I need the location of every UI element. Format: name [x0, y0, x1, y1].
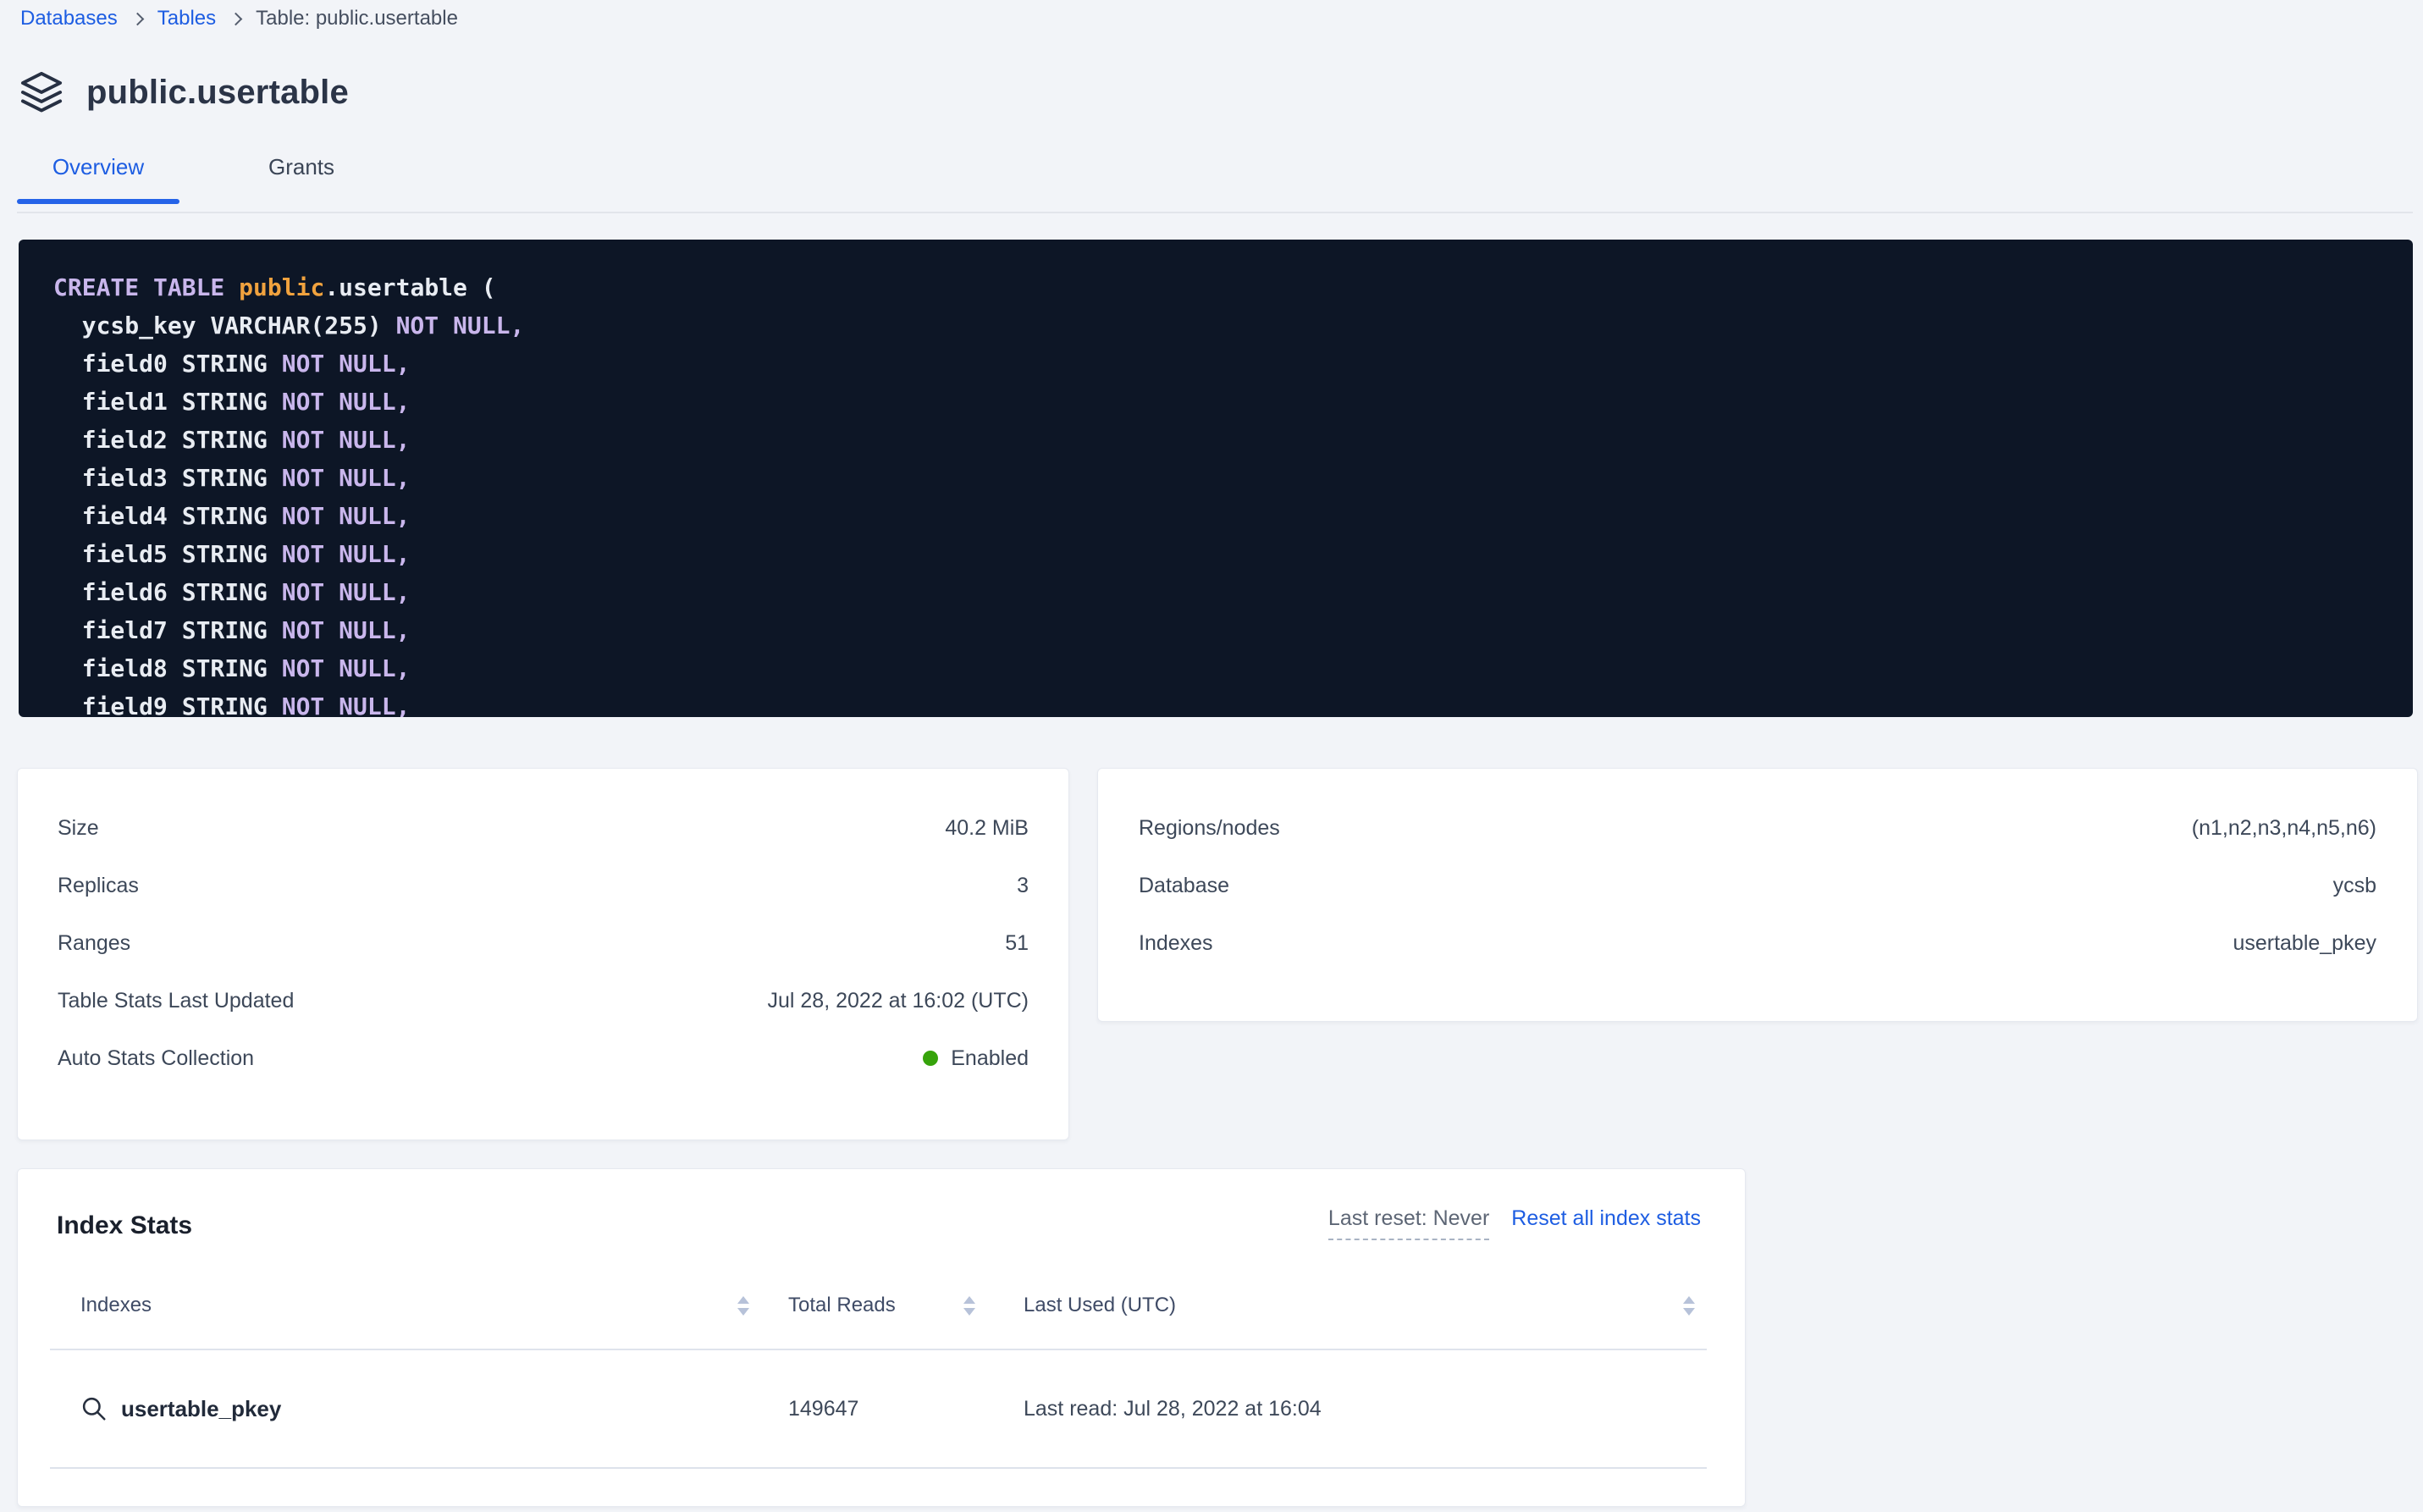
page-title: public.usertable	[86, 74, 349, 112]
sql-code-line: field3 STRING NOT NULL,	[53, 459, 2387, 497]
table-details-card: Size 40.2 MiB Replicas 3 Ranges 51 Table Stats…	[17, 768, 1069, 1140]
tab-bar: Overview Grants	[17, 154, 383, 202]
sql-code-line: ycsb_key VARCHAR(255) NOT NULL,	[53, 306, 2387, 345]
sql-code-line: CREATE TABLE public.usertable (	[53, 268, 2387, 306]
sql-code-line: field9 STRING NOT NULL,	[53, 687, 2387, 717]
detail-label: Replicas	[58, 874, 139, 898]
reset-index-stats-link[interactable]: Reset all index stats	[1511, 1206, 1701, 1231]
breadcrumb: Databases Tables Table: public.usertable	[20, 7, 458, 30]
total-reads-value: 149647	[761, 1397, 987, 1421]
table-layers-icon	[19, 69, 64, 115]
sql-code-line: field8 STRING NOT NULL,	[53, 649, 2387, 687]
detail-row: Indexes usertable_pkey	[1139, 914, 2376, 972]
create-statement-sql: CREATE TABLE public.usertable ( ycsb_key…	[53, 268, 2387, 717]
detail-label: Indexes	[1139, 931, 1213, 956]
tab-overview[interactable]: Overview	[17, 154, 179, 202]
create-statement-box: CREATE TABLE public.usertable ( ycsb_key…	[19, 240, 2413, 717]
breadcrumb-link-tables[interactable]: Tables	[157, 7, 216, 30]
detail-value: Jul 28, 2022 at 16:02 (UTC)	[768, 989, 1029, 1013]
sql-code-line: field5 STRING NOT NULL,	[53, 535, 2387, 573]
detail-label: Size	[58, 816, 99, 841]
tab-grants[interactable]: Grants	[220, 154, 383, 202]
detail-label: Regions/nodes	[1139, 816, 1280, 841]
breadcrumb-link-databases[interactable]: Databases	[20, 7, 118, 30]
index-stats-title: Index Stats	[57, 1211, 192, 1240]
sql-code-line: field1 STRING NOT NULL,	[53, 383, 2387, 421]
detail-row: Size 40.2 MiB	[58, 799, 1029, 857]
detail-label: Ranges	[58, 931, 130, 956]
detail-value: (n1,n2,n3,n4,n5,n6)	[2192, 816, 2376, 841]
sort-icon[interactable]	[737, 1296, 749, 1316]
column-header-indexes: Indexes	[80, 1294, 152, 1317]
sort-icon[interactable]	[1683, 1296, 1695, 1316]
sql-code-line: field2 STRING NOT NULL,	[53, 421, 2387, 459]
detail-row: Ranges 51	[58, 914, 1029, 972]
page-header: public.usertable	[19, 69, 349, 115]
detail-row: Regions/nodes (n1,n2,n3,n4,n5,n6)	[1139, 799, 2376, 857]
detail-value: 51	[1005, 931, 1029, 956]
detail-label: Table Stats Last Updated	[58, 989, 294, 1013]
last-reset-label: Last reset: Never	[1328, 1206, 1489, 1240]
detail-row: Replicas 3	[58, 857, 1029, 914]
search-icon	[80, 1395, 108, 1422]
detail-row: Table Stats Last Updated Jul 28, 2022 at …	[58, 972, 1029, 1029]
sql-code-line: field7 STRING NOT NULL,	[53, 611, 2387, 649]
chevron-right-icon	[130, 13, 144, 26]
index-stats-table: Indexes Total Reads Last Used (UTC) user…	[50, 1262, 1707, 1469]
detail-value: 40.2 MiB	[945, 816, 1029, 841]
detail-row: Database ycsb	[1139, 857, 2376, 914]
table-header-row: Indexes Total Reads Last Used (UTC)	[50, 1262, 1707, 1350]
index-name: usertable_pkey	[121, 1396, 281, 1422]
chevron-right-icon	[229, 13, 243, 26]
detail-value: Enabled	[923, 1046, 1029, 1071]
detail-label: Auto Stats Collection	[58, 1046, 254, 1071]
index-name-link[interactable]: usertable_pkey	[50, 1395, 761, 1422]
column-header-total-reads: Total Reads	[788, 1294, 896, 1317]
status-enabled-dot-icon	[923, 1051, 938, 1066]
sql-code-line: field6 STRING NOT NULL,	[53, 573, 2387, 611]
table-row: usertable_pkey 149647Last read: Jul 28, 2…	[50, 1350, 1707, 1469]
last-used-value: Last read: Jul 28, 2022 at 16:04	[987, 1397, 1707, 1421]
index-stats-card: Index Stats Last reset: Never Reset all …	[17, 1168, 1746, 1507]
sql-code-line: field4 STRING NOT NULL,	[53, 497, 2387, 535]
detail-value: 3	[1017, 874, 1029, 898]
detail-label: Database	[1139, 874, 1229, 898]
breadcrumb-current: Table: public.usertable	[256, 7, 458, 30]
detail-value: ycsb	[2333, 874, 2376, 898]
table-topology-card: Regions/nodes (n1,n2,n3,n4,n5,n6) Database…	[1097, 768, 2418, 1022]
detail-value: usertable_pkey	[2233, 931, 2376, 956]
detail-row: Auto Stats Collection Enabled	[58, 1029, 1029, 1087]
column-header-last-used: Last Used (UTC)	[1024, 1294, 1176, 1317]
sql-code-line: field0 STRING NOT NULL,	[53, 345, 2387, 383]
tab-divider	[17, 212, 2413, 213]
sort-icon[interactable]	[963, 1296, 975, 1316]
